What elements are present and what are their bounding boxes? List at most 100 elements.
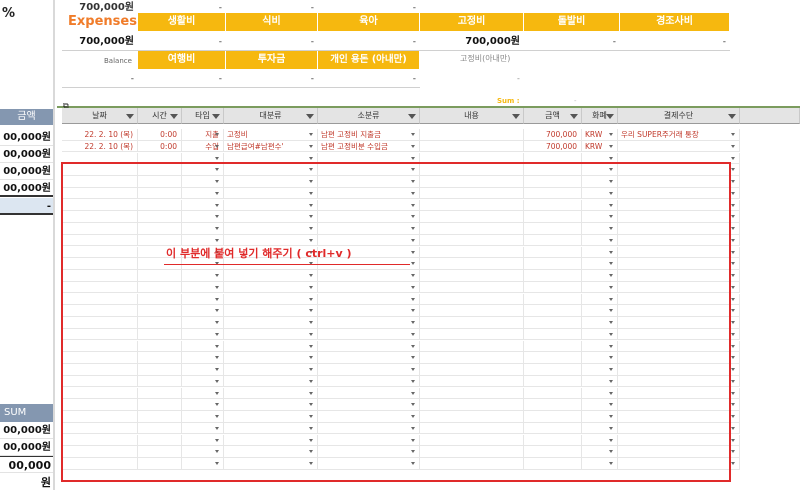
- value-events: -: [722, 37, 726, 47]
- dropdown-arrow-icon[interactable]: [731, 133, 735, 136]
- filter-dropdown-icon[interactable]: [170, 114, 178, 119]
- header-label: 내용: [464, 111, 479, 120]
- dropdown-arrow-icon[interactable]: [309, 144, 313, 148]
- dropdown-arrow-icon[interactable]: [731, 379, 735, 383]
- cell-time[interactable]: 0:00: [138, 129, 182, 141]
- dropdown-arrow-icon[interactable]: [731, 250, 735, 254]
- sum-header: SUM: [0, 404, 53, 422]
- dropdown-arrow-icon[interactable]: [309, 133, 313, 136]
- header-cat2[interactable]: 소분류: [318, 108, 420, 124]
- header-filler: [740, 108, 800, 124]
- cell-memo[interactable]: [420, 140, 524, 153]
- filter-dropdown-icon[interactable]: [408, 114, 416, 119]
- category-travel: 여행비: [138, 51, 226, 69]
- dropdown-arrow-icon[interactable]: [731, 227, 735, 230]
- dropdown-arrow-icon[interactable]: [215, 144, 219, 148]
- cell-memo[interactable]: [420, 129, 524, 141]
- dropdown-arrow-icon[interactable]: [731, 332, 735, 336]
- header-amount[interactable]: 금액: [524, 108, 582, 124]
- dropdown-arrow-icon[interactable]: [609, 156, 613, 160]
- dropdown-arrow-icon[interactable]: [731, 215, 735, 219]
- dropdown-arrow-icon[interactable]: [731, 403, 735, 407]
- cell-cat2[interactable]: 남편 고정비분 수입금: [318, 140, 420, 153]
- sum-label: Sum :: [497, 97, 520, 105]
- cell-payment[interactable]: [618, 140, 740, 153]
- dropdown-arrow-icon[interactable]: [731, 285, 735, 289]
- dropdown-arrow-icon[interactable]: [411, 133, 415, 136]
- dropdown-arrow-icon[interactable]: [731, 462, 735, 465]
- header-label: 금액: [545, 111, 560, 120]
- paste-instruction: 이 부분에 붙여 넣기 해주기 ( ctrl+v ): [166, 247, 352, 260]
- dropdown-arrow-icon[interactable]: [609, 133, 613, 136]
- dropdown-arrow-icon[interactable]: [731, 297, 735, 301]
- dropdown-arrow-icon[interactable]: [731, 321, 735, 324]
- dropdown-arrow-icon[interactable]: [731, 450, 735, 454]
- dropdown-arrow-icon[interactable]: [731, 203, 735, 207]
- header-label: 타입: [195, 111, 210, 120]
- dropdown-arrow-icon[interactable]: [309, 156, 313, 160]
- filter-dropdown-icon[interactable]: [606, 114, 614, 119]
- header-payment[interactable]: 결제수단: [618, 108, 740, 124]
- dropdown-arrow-icon[interactable]: [731, 356, 735, 360]
- cell-date[interactable]: 22. 2. 10 (목): [62, 129, 138, 141]
- category-living: 생활비: [138, 13, 226, 31]
- header-time[interactable]: 시간: [138, 108, 182, 124]
- dropdown-arrow-icon[interactable]: [731, 344, 735, 348]
- dropdown-arrow-icon[interactable]: [731, 156, 735, 160]
- header-type[interactable]: 타입: [182, 108, 224, 124]
- header-currency[interactable]: 화폐: [582, 108, 618, 124]
- dropdown-arrow-icon[interactable]: [215, 156, 219, 160]
- left-summary-column: % 금액 00,000원 00,000원 00,000원 00,000원 - S…: [0, 0, 55, 490]
- dropdown-arrow-icon[interactable]: [731, 368, 735, 371]
- dropdown-arrow-icon[interactable]: [609, 144, 613, 148]
- category-unexpected: 돌발비: [524, 13, 620, 31]
- dropdown-arrow-icon[interactable]: [731, 274, 735, 277]
- cell-type[interactable]: 수입: [182, 140, 224, 153]
- cell-payment[interactable]: 우리 SUPER주거래 통장: [618, 129, 740, 141]
- filter-dropdown-icon[interactable]: [306, 114, 314, 119]
- left-amount-5: -: [0, 198, 53, 215]
- filter-dropdown-icon[interactable]: [512, 114, 520, 119]
- dropdown-arrow-icon[interactable]: [731, 168, 735, 172]
- dropdown-arrow-icon[interactable]: [731, 238, 735, 242]
- cell-cat1[interactable]: 남편급여#남편수': [224, 140, 318, 153]
- dropdown-arrow-icon[interactable]: [731, 180, 735, 183]
- dropdown-arrow-icon[interactable]: [731, 438, 735, 442]
- side-fixed-label: 고정비(아내만): [460, 54, 511, 63]
- filter-dropdown-icon[interactable]: [126, 114, 134, 119]
- cell-amount[interactable]: 700,000: [524, 140, 582, 153]
- table-row[interactable]: 22. 2. 10 (목) 0:00 지출 고정비 남편 고정비 지출금 700,000 K…: [62, 129, 740, 141]
- dropdown-arrow-icon[interactable]: [731, 309, 735, 313]
- header-label: 화폐: [592, 111, 607, 120]
- header-cat1[interactable]: 대분류: [224, 108, 318, 124]
- dropdown-arrow-icon[interactable]: [411, 144, 415, 148]
- table-row[interactable]: 22. 2. 10 (목) 0:00 수입 남편급여#남편수' 남편 고정비분 수입금 7…: [62, 140, 740, 153]
- dropdown-arrow-icon[interactable]: [731, 191, 735, 195]
- value-childcare: -: [412, 37, 416, 47]
- dropdown-arrow-icon[interactable]: [731, 262, 735, 266]
- dropdown-arrow-icon[interactable]: [731, 144, 735, 148]
- cell-currency[interactable]: KRW: [582, 129, 618, 141]
- dropdown-arrow-icon[interactable]: [731, 391, 735, 395]
- left-amount-1: 00,000원: [0, 129, 53, 146]
- cell-date[interactable]: 22. 2. 10 (목): [62, 140, 138, 153]
- filter-dropdown-icon[interactable]: [212, 114, 220, 119]
- dropdown-arrow-icon[interactable]: [411, 156, 415, 160]
- cell-amount[interactable]: 700,000: [524, 129, 582, 141]
- cell-type[interactable]: 지출: [182, 129, 224, 141]
- cell-time[interactable]: 0:00: [138, 140, 182, 153]
- dropdown-arrow-icon[interactable]: [731, 415, 735, 418]
- header-date[interactable]: 날짜: [62, 108, 138, 124]
- instruction-underline: [164, 264, 410, 265]
- filter-dropdown-icon[interactable]: [728, 114, 736, 119]
- header-label: 소분류: [357, 111, 380, 120]
- header-memo[interactable]: 내용: [420, 108, 524, 124]
- cell-cat2[interactable]: 남편 고정비 지출금: [318, 129, 420, 141]
- dropdown-arrow-icon[interactable]: [731, 426, 735, 430]
- filter-dropdown-icon[interactable]: [570, 114, 578, 119]
- header-label: 결제수단: [663, 111, 694, 120]
- cell-currency[interactable]: KRW: [582, 140, 618, 153]
- dropdown-arrow-icon[interactable]: [215, 133, 219, 136]
- cell-cat1[interactable]: 고정비: [224, 129, 318, 141]
- header-label: 대분류: [259, 111, 282, 120]
